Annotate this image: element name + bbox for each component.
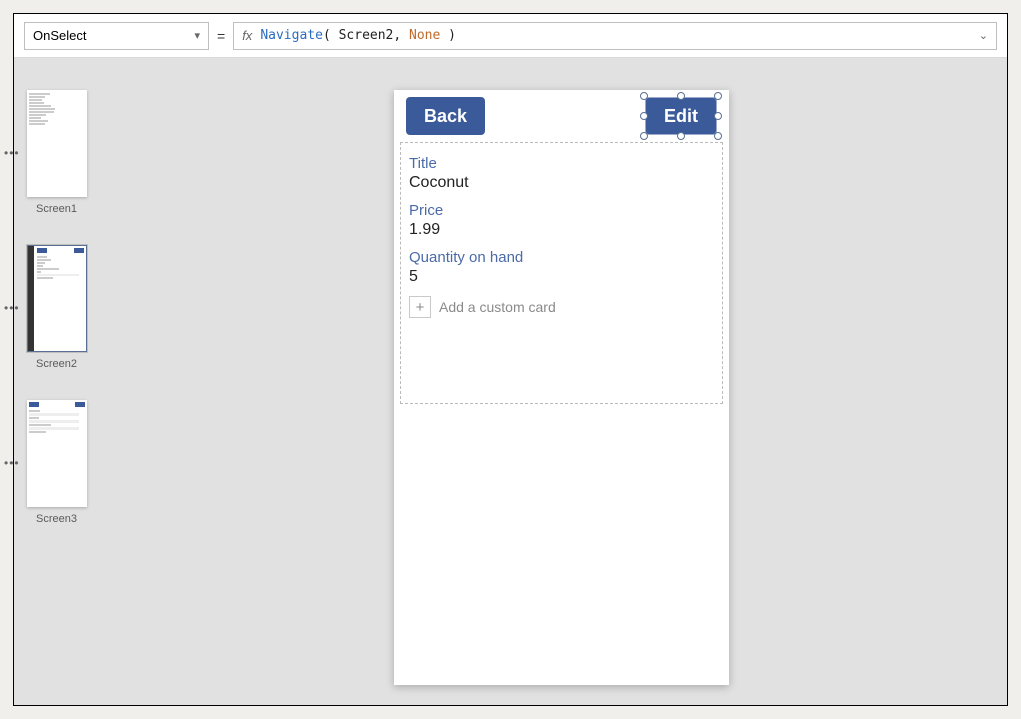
chevron-down-icon[interactable]: ⌄ [979, 29, 988, 42]
thumbnail-preview [27, 400, 87, 507]
thumbnail-label: Screen2 [14, 358, 99, 370]
formula-input[interactable]: fx Navigate( Screen2, None ) ⌄ [233, 22, 997, 50]
form-field: Quantity on hand 5 [409, 249, 714, 286]
thumbnail-preview [27, 90, 87, 197]
field-value: 1.99 [409, 221, 714, 239]
resize-handle[interactable] [677, 132, 685, 140]
plus-icon: + [409, 296, 431, 318]
resize-handle[interactable] [714, 92, 722, 100]
resize-handle[interactable] [640, 132, 648, 140]
field-value: 5 [409, 268, 714, 286]
thumbnail-label: Screen1 [14, 203, 99, 215]
screen-thumbnails: ••• Screen1 ••• [14, 58, 99, 705]
more-icon[interactable]: ••• [4, 456, 20, 470]
field-label: Title [409, 155, 714, 172]
more-icon[interactable]: ••• [4, 146, 20, 160]
field-label: Quantity on hand [409, 249, 714, 266]
display-form[interactable]: Title Coconut Price 1.99 Quantity on han… [400, 142, 723, 404]
form-field: Price 1.99 [409, 202, 714, 239]
more-icon[interactable]: ••• [4, 301, 20, 315]
resize-handle[interactable] [677, 92, 685, 100]
phone-canvas: Back Edit Title Coconut [394, 90, 729, 685]
field-value: Coconut [409, 174, 714, 192]
thumbnail-screen1[interactable]: ••• Screen1 [14, 90, 99, 215]
add-custom-card[interactable]: + Add a custom card [409, 296, 714, 318]
formula-bar: OnSelect ▾ = fx Navigate( Screen2, None … [14, 14, 1007, 58]
thumbnail-screen3[interactable]: ••• Screen3 [14, 400, 99, 525]
resize-handle[interactable] [714, 112, 722, 120]
resize-handle[interactable] [714, 132, 722, 140]
formula-text: Navigate( Screen2, None ) [260, 28, 970, 43]
thumbnail-preview [27, 245, 87, 352]
form-field: Title Coconut [409, 155, 714, 192]
edit-button[interactable]: Edit [645, 97, 717, 135]
property-selector-value: OnSelect [33, 28, 86, 43]
thumbnail-screen2[interactable]: ••• Screen2 [14, 245, 99, 370]
phone-header: Back Edit [394, 90, 729, 142]
equals-label: = [217, 28, 225, 44]
field-label: Price [409, 202, 714, 219]
back-button[interactable]: Back [406, 97, 485, 135]
thumbnail-label: Screen3 [14, 513, 99, 525]
property-selector[interactable]: OnSelect ▾ [24, 22, 209, 50]
resize-handle[interactable] [640, 112, 648, 120]
app-frame: OnSelect ▾ = fx Navigate( Screen2, None … [13, 13, 1008, 706]
chevron-down-icon: ▾ [194, 29, 200, 42]
canvas-area: ••• Screen1 ••• [14, 58, 1007, 705]
selected-control[interactable]: Edit [645, 97, 717, 135]
resize-handle[interactable] [640, 92, 648, 100]
add-card-label: Add a custom card [439, 299, 556, 315]
fx-icon: fx [242, 28, 252, 43]
